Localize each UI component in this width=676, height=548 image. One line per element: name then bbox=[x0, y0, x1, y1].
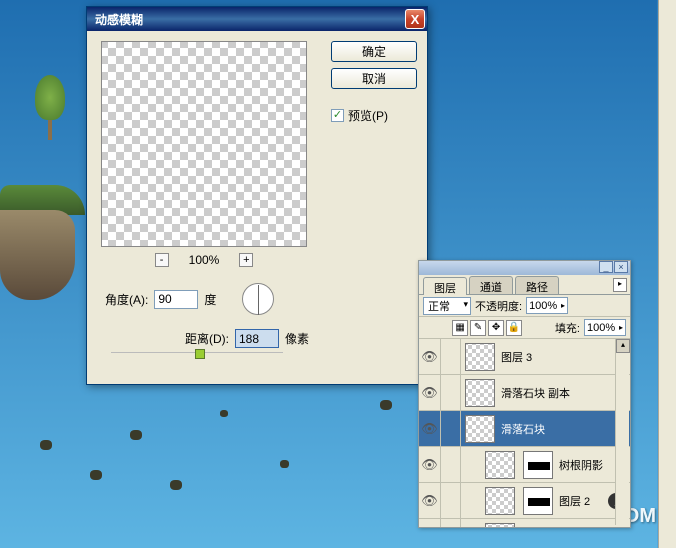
close-button[interactable]: X bbox=[405, 9, 425, 29]
distance-unit: 像素 bbox=[285, 330, 309, 347]
link-cell[interactable] bbox=[441, 519, 461, 528]
panel-tabs: 图层 通道 路径 ▸ bbox=[419, 275, 630, 295]
floating-island bbox=[0, 130, 90, 300]
filter-preview[interactable] bbox=[101, 41, 307, 247]
preview-label: 预览(P) bbox=[348, 107, 388, 124]
right-gutter bbox=[658, 0, 676, 548]
layer-name[interactable]: 图层 2 bbox=[557, 493, 608, 509]
panel-menu-button[interactable]: ▸ bbox=[613, 278, 627, 292]
zoom-in-button[interactable]: + bbox=[239, 253, 253, 267]
visibility-toggle[interactable]: 👁 bbox=[419, 339, 441, 375]
link-cell[interactable] bbox=[441, 375, 461, 411]
layer-thumbnail[interactable] bbox=[485, 451, 515, 479]
layer-name[interactable]: 滑落石块 bbox=[499, 421, 630, 437]
layer-thumbnail[interactable] bbox=[485, 523, 515, 528]
angle-input[interactable] bbox=[154, 290, 198, 309]
layer-row[interactable]: 👁 滑落石块 副本 bbox=[419, 375, 630, 411]
visibility-toggle[interactable]: 👁 bbox=[419, 519, 441, 528]
link-cell[interactable] bbox=[441, 447, 461, 483]
dialog-title: 动感模糊 bbox=[95, 11, 405, 28]
visibility-toggle[interactable]: 👁 bbox=[419, 375, 441, 411]
panel-close-button[interactable]: × bbox=[614, 261, 628, 273]
lock-position-icon[interactable]: ✥ bbox=[488, 320, 504, 336]
distance-input[interactable] bbox=[235, 329, 279, 348]
layer-row[interactable]: 👁图层 2ƒ bbox=[419, 483, 630, 519]
panel-window-bar: _ × bbox=[419, 261, 630, 275]
layer-name[interactable]: 图层 3 bbox=[499, 349, 630, 365]
layers-panel: _ × 图层 通道 路径 ▸ 正常 不透明度: 100% 锁定: ▦ ✎ ✥ 🔒… bbox=[418, 260, 631, 528]
layer-thumbnail[interactable] bbox=[465, 343, 495, 371]
layers-scrollbar[interactable]: ▴ bbox=[615, 339, 629, 525]
visibility-toggle[interactable]: 👁 bbox=[419, 411, 441, 447]
link-cell[interactable] bbox=[441, 339, 461, 375]
visibility-toggle[interactable]: 👁 bbox=[419, 447, 441, 483]
motion-blur-dialog: 动感模糊 X - 100% + 角度(A): 度 距离(D): 像素 确定 取消… bbox=[86, 6, 428, 385]
tab-layers[interactable]: 图层 bbox=[423, 277, 467, 295]
layer-row[interactable]: 👁树根阴影 bbox=[419, 447, 630, 483]
layer-mask-thumbnail[interactable] bbox=[523, 451, 553, 479]
link-cell[interactable] bbox=[441, 483, 461, 519]
layer-name[interactable]: 滑落石块 副本 bbox=[499, 385, 630, 401]
link-cell[interactable] bbox=[441, 411, 461, 447]
panel-minimize-button[interactable]: _ bbox=[599, 261, 613, 273]
opacity-label: 不透明度: bbox=[475, 298, 522, 314]
preview-checkbox[interactable]: ✓ bbox=[331, 109, 344, 122]
falling-debris bbox=[40, 400, 440, 540]
layer-list: 👁图层 3👁滑落石块 副本👁滑落石块👁树根阴影👁图层 2ƒ👁图层 1ƒ bbox=[419, 339, 630, 527]
tab-channels[interactable]: 通道 bbox=[469, 276, 513, 294]
cancel-button[interactable]: 取消 bbox=[331, 68, 417, 89]
layer-row[interactable]: 👁 图层 3 bbox=[419, 339, 630, 375]
zoom-level: 100% bbox=[189, 253, 220, 267]
distance-label: 距离(D): bbox=[185, 330, 229, 347]
fill-label: 填充: bbox=[555, 320, 580, 336]
layer-row[interactable]: 👁图层 1ƒ bbox=[419, 519, 630, 527]
tab-paths[interactable]: 路径 bbox=[515, 276, 559, 294]
distance-slider[interactable] bbox=[111, 352, 283, 368]
blend-mode-select[interactable]: 正常 bbox=[423, 297, 471, 315]
angle-unit: 度 bbox=[204, 291, 216, 308]
visibility-toggle[interactable]: 👁 bbox=[419, 483, 441, 519]
angle-dial[interactable] bbox=[242, 283, 274, 315]
lock-all-icon[interactable]: 🔒 bbox=[506, 320, 522, 336]
layer-thumbnail[interactable] bbox=[465, 379, 495, 407]
lock-transparency-icon[interactable]: ▦ bbox=[452, 320, 468, 336]
layer-thumbnail[interactable] bbox=[465, 415, 495, 443]
opacity-input[interactable]: 100% bbox=[526, 297, 568, 314]
layer-mask-thumbnail[interactable] bbox=[523, 487, 553, 515]
angle-label: 角度(A): bbox=[105, 291, 148, 308]
layer-thumbnail[interactable] bbox=[485, 487, 515, 515]
lock-pixels-icon[interactable]: ✎ bbox=[470, 320, 486, 336]
layer-row[interactable]: 👁 滑落石块 bbox=[419, 411, 630, 447]
zoom-out-button[interactable]: - bbox=[155, 253, 169, 267]
fill-input[interactable]: 100% bbox=[584, 319, 626, 336]
ok-button[interactable]: 确定 bbox=[331, 41, 417, 62]
lock-icons: ▦ ✎ ✥ 🔒 bbox=[452, 320, 522, 336]
tree bbox=[30, 70, 70, 140]
dialog-titlebar[interactable]: 动感模糊 X bbox=[87, 7, 427, 31]
